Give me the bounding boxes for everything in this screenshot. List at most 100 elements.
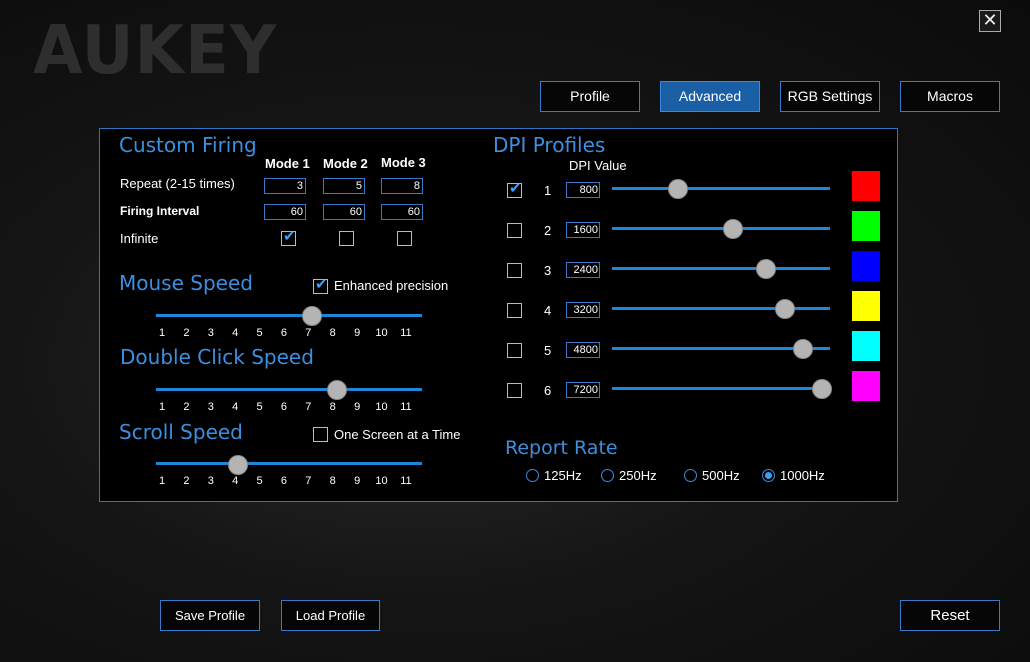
dpi-enable-checkbox[interactable]: [507, 303, 522, 318]
mouse-speed-ticks: 1 2 3 4 5 6 7 8 9 10 11: [155, 327, 413, 339]
tick-label: 2: [183, 475, 190, 487]
mode-1-header: Mode 1: [265, 156, 310, 171]
tick-label: 9: [354, 327, 361, 339]
dpi-color-swatch[interactable]: [852, 331, 880, 361]
repeat-mode-2-field[interactable]: 5: [323, 178, 365, 194]
tick-label: 9: [354, 401, 361, 413]
dpi-slider-thumb[interactable]: [792, 339, 813, 359]
dpi-color-swatch[interactable]: [852, 211, 880, 241]
save-profile-button[interactable]: Save Profile: [160, 600, 260, 631]
dpi-value-field[interactable]: 4800: [566, 342, 600, 358]
dpi-color-swatch[interactable]: [852, 171, 880, 201]
tick-label: 5: [256, 327, 263, 339]
double-click-ticks: 1 2 3 4 5 6 7 8 9 10 11: [155, 401, 413, 413]
dpi-color-swatch[interactable]: [852, 251, 880, 281]
dpi-enable-checkbox[interactable]: ✔: [507, 180, 522, 198]
radio-selected-dot: [765, 472, 772, 479]
infinite-mode-3-checkbox[interactable]: [397, 231, 412, 246]
tick-label: 11: [400, 475, 412, 487]
dpi-slider-track[interactable]: [612, 307, 830, 310]
mouse-speed-title: Mouse Speed: [119, 271, 253, 295]
dpi-index: 5: [544, 343, 552, 358]
tick-label: 7: [305, 327, 312, 339]
load-profile-button[interactable]: Load Profile: [281, 600, 380, 631]
firing-interval-label: Firing Interval: [120, 204, 200, 218]
dpi-value-field[interactable]: 3200: [566, 302, 600, 318]
mode-3-header: Mode 3: [381, 155, 426, 170]
checkmark-icon: ✔: [283, 228, 296, 245]
tick-label: 11: [400, 327, 412, 339]
report-rate-label: 250Hz: [619, 468, 657, 483]
tab-macros[interactable]: Macros: [900, 81, 1000, 112]
report-rate-radio[interactable]: [526, 469, 539, 482]
checkmark-icon: ✔: [509, 180, 522, 197]
dpi-value-field[interactable]: 7200: [566, 382, 600, 398]
dpi-slider-thumb[interactable]: [755, 259, 776, 279]
dpi-value-field[interactable]: 2400: [566, 262, 600, 278]
dpi-enable-checkbox[interactable]: [507, 263, 522, 278]
report-rate-radio[interactable]: [684, 469, 697, 482]
tick-label: 4: [232, 401, 239, 413]
tick-label: 6: [280, 327, 288, 339]
interval-mode-3-field[interactable]: 60: [381, 204, 423, 220]
dpi-slider-track[interactable]: [612, 267, 830, 270]
repeat-mode-3-field[interactable]: 8: [381, 178, 423, 194]
tick-label: 10: [375, 401, 388, 413]
dpi-value-field[interactable]: 1600: [566, 222, 600, 238]
tab-profile[interactable]: Profile: [540, 81, 640, 112]
double-click-slider-track[interactable]: [156, 388, 422, 391]
dpi-value-header: DPI Value: [569, 158, 627, 173]
tick-label: 8: [329, 327, 336, 339]
dpi-index: 2: [544, 223, 552, 238]
tick-label: 4: [232, 475, 239, 487]
close-button[interactable]: ✕: [979, 10, 1001, 32]
tick-label: 10: [375, 475, 388, 487]
report-rate-radio[interactable]: [762, 469, 775, 482]
tick-label: 11: [400, 401, 412, 413]
dpi-enable-checkbox[interactable]: [507, 343, 522, 358]
report-rate-label: 125Hz: [544, 468, 582, 483]
reset-button[interactable]: Reset: [900, 600, 1000, 631]
report-rate-radio[interactable]: [601, 469, 614, 482]
dpi-slider-track[interactable]: [612, 387, 830, 390]
enhanced-precision-label: Enhanced precision: [334, 278, 449, 293]
tick-label: 2: [183, 401, 190, 413]
tick-label: 2: [183, 327, 190, 339]
repeat-label: Repeat (2-15 times): [120, 176, 235, 191]
report-rate-label: 1000Hz: [780, 468, 825, 483]
dpi-index: 4: [544, 303, 552, 318]
tab-rgb-settings[interactable]: RGB Settings: [780, 81, 880, 112]
infinite-mode-2-checkbox[interactable]: [339, 231, 354, 246]
dpi-enable-checkbox[interactable]: [507, 223, 522, 238]
double-click-speed-title: Double Click Speed: [120, 345, 314, 369]
scroll-speed-slider-track[interactable]: [156, 462, 422, 465]
dpi-slider-thumb[interactable]: [722, 219, 743, 239]
one-screen-checkbox[interactable]: [313, 427, 328, 442]
tick-label: 1: [158, 475, 166, 487]
checkmark-icon: ✔: [315, 276, 328, 293]
one-screen-label: One Screen at a Time: [334, 427, 461, 442]
dpi-value-field[interactable]: 800: [566, 182, 600, 198]
scroll-speed-slider-thumb[interactable]: [227, 455, 248, 475]
enhanced-precision-checkbox[interactable]: ✔: [313, 276, 328, 294]
dpi-slider-track[interactable]: [612, 187, 830, 190]
tick-label: 8: [329, 475, 336, 487]
dpi-enable-checkbox[interactable]: [507, 383, 522, 398]
interval-mode-2-field[interactable]: 60: [323, 204, 365, 220]
tick-label: 3: [207, 475, 214, 487]
tick-label: 1: [158, 327, 166, 339]
infinite-mode-1-checkbox[interactable]: ✔: [281, 228, 296, 246]
tick-label: 4: [232, 327, 239, 339]
infinite-label: Infinite: [120, 231, 159, 246]
dpi-color-swatch[interactable]: [852, 371, 880, 401]
tab-advanced[interactable]: Advanced: [660, 81, 760, 112]
dpi-index: 1: [544, 183, 552, 198]
dpi-slider-track[interactable]: [612, 227, 830, 230]
mouse-speed-slider-track[interactable]: [156, 314, 422, 317]
tick-label: 8: [329, 401, 336, 413]
dpi-color-swatch[interactable]: [852, 291, 880, 321]
dpi-profiles-title: DPI Profiles: [493, 133, 606, 157]
repeat-mode-1-field[interactable]: 3: [264, 178, 306, 194]
scroll-speed-title: Scroll Speed: [119, 420, 243, 444]
interval-mode-1-field[interactable]: 60: [264, 204, 306, 220]
